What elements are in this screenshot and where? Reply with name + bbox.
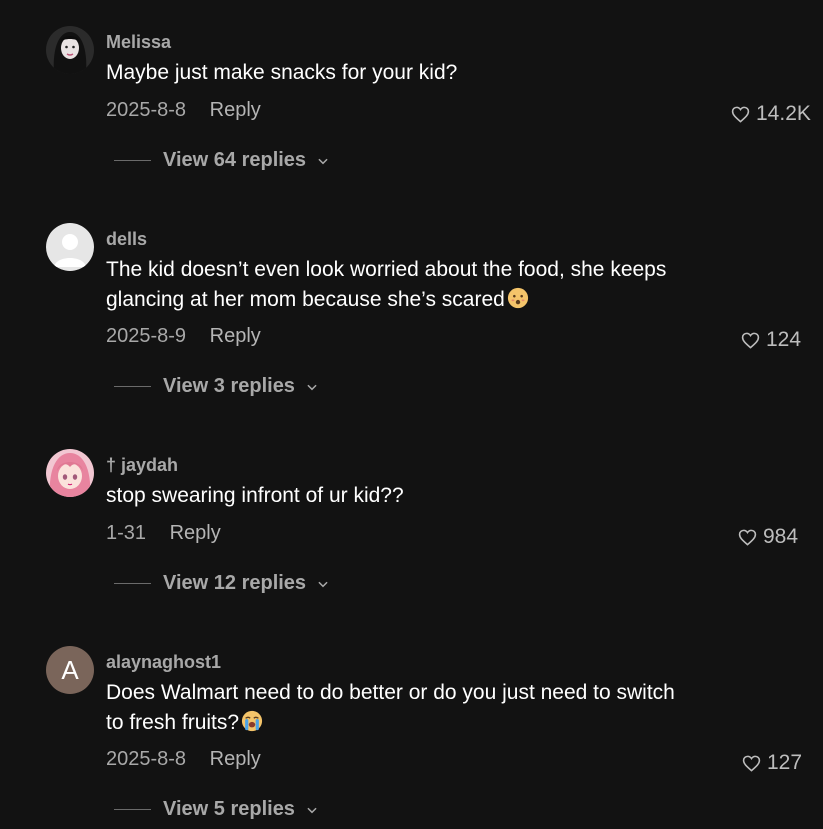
like-count: 984 [763, 525, 799, 548]
reply-button[interactable]: Reply [210, 325, 261, 348]
view-replies-button[interactable]: View 3 replies [114, 375, 319, 398]
comment-text-body: stop swearing infront of ur kid?? [106, 484, 404, 507]
comment-text-body: Does Walmart need to do better or do you… [106, 681, 675, 734]
reply-button[interactable]: Reply [210, 99, 261, 122]
comment-text-body: Maybe just make snacks for your kid? [106, 61, 458, 84]
default-user-avatar-icon [46, 223, 94, 271]
like-count: 127 [767, 751, 803, 774]
comment-username[interactable]: † jaydah [106, 455, 178, 476]
comment-meta: 2025-8-8 Reply [106, 748, 261, 771]
view-replies-button[interactable]: View 64 replies [114, 149, 330, 172]
heart-icon [738, 529, 757, 546]
comment-text: stop swearing infront of ur kid?? [106, 481, 706, 511]
comment-date: 2025-8-8 [106, 748, 187, 770]
avatar[interactable] [46, 223, 94, 271]
comment-username[interactable]: alaynaghost1 [106, 652, 221, 673]
view-replies-label: View 64 replies [163, 149, 307, 171]
divider-line [114, 809, 151, 810]
like-button[interactable]: 984 [738, 525, 798, 549]
comment-username[interactable]: dells [106, 229, 147, 250]
divider-line [114, 386, 151, 387]
avatar-letter: A [61, 655, 79, 685]
comment-meta: 2025-8-8 Reply [106, 99, 261, 122]
like-button[interactable]: 14.2K [731, 102, 811, 126]
like-count: 14.2K [756, 102, 811, 125]
view-replies-label: View 3 replies [163, 375, 295, 397]
comment-username[interactable]: Melissa [106, 32, 171, 53]
crying-face-emoji-icon [241, 710, 263, 731]
chevron-down-icon [307, 807, 317, 813]
chevron-down-icon [318, 581, 328, 587]
like-button[interactable]: 127 [742, 751, 802, 775]
comment-text-body: The kid doesn’t even look worried about … [106, 258, 667, 311]
divider-line [114, 160, 151, 161]
sad-face-emoji-icon [507, 287, 528, 308]
view-replies-label: View 12 replies [163, 572, 307, 594]
chevron-down-icon [318, 158, 328, 164]
divider-line [114, 583, 151, 584]
comment-date: 1-31 [106, 522, 147, 544]
like-button[interactable]: 124 [741, 328, 801, 352]
heart-icon [741, 332, 760, 349]
anime-girl-avatar-icon [46, 449, 94, 497]
view-replies-button[interactable]: View 5 replies [114, 798, 319, 821]
comment-date: 2025-8-9 [106, 325, 187, 347]
comment-meta: 1-31 Reply [106, 522, 221, 545]
avatar[interactable] [46, 449, 94, 497]
reply-button[interactable]: Reply [170, 522, 221, 545]
comment-text: The kid doesn’t even look worried about … [106, 255, 681, 314]
view-replies-button[interactable]: View 12 replies [114, 572, 330, 595]
user-photo-avatar-icon [46, 26, 94, 74]
view-replies-label: View 5 replies [163, 798, 295, 820]
chevron-down-icon [307, 384, 317, 390]
comment-text: Does Walmart need to do better or do you… [106, 678, 696, 737]
avatar[interactable]: A [46, 646, 94, 694]
heart-icon [731, 106, 750, 123]
avatar[interactable] [46, 26, 94, 74]
comment-text: Maybe just make snacks for your kid? [106, 58, 706, 88]
comment-date: 2025-8-8 [106, 99, 187, 121]
like-count: 124 [766, 328, 802, 351]
reply-button[interactable]: Reply [210, 748, 261, 771]
heart-icon [742, 755, 761, 772]
comment-meta: 2025-8-9 Reply [106, 325, 261, 348]
